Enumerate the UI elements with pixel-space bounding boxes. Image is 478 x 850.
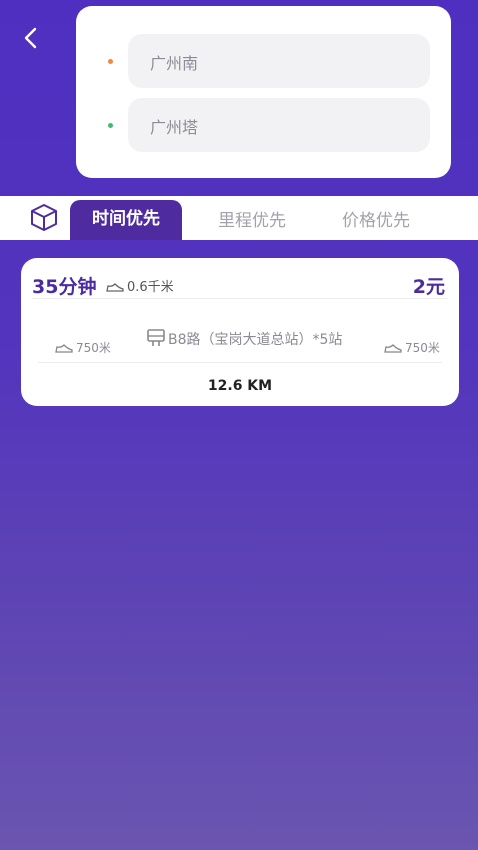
duration: 35分钟 <box>32 276 97 298</box>
bus-line: B8路（宝岗大道总站）*5站 <box>168 332 343 348</box>
walk-end-text: 750米 <box>405 341 440 355</box>
route-card: 广州南 广州塔 <box>76 6 451 178</box>
origin-text: 广州南 <box>150 54 199 73</box>
origin-field[interactable]: 广州南 <box>128 34 430 88</box>
walk-start-text: 750米 <box>76 341 111 355</box>
back-button[interactable] <box>18 24 46 52</box>
tab-bar: 时间优先 里程优先 价格优先 <box>0 196 478 240</box>
destination-text: 广州塔 <box>150 118 199 137</box>
divider <box>38 362 442 363</box>
tab-time-priority[interactable]: 时间优先 <box>70 200 182 240</box>
walk-total: 0.6千米 <box>106 276 174 295</box>
cube-icon[interactable] <box>28 202 60 232</box>
walk-end: 750米 <box>384 339 440 356</box>
walk-total-text: 0.6千米 <box>127 280 174 295</box>
shoe-icon <box>106 283 124 292</box>
destination-dot <box>108 123 113 128</box>
divider <box>32 298 448 299</box>
tab-price-priority[interactable]: 价格优先 <box>342 206 410 231</box>
chevron-left-icon <box>24 27 37 49</box>
bus-icon <box>147 329 165 346</box>
shoe-icon <box>55 344 73 353</box>
walk-start: 750米 <box>55 339 111 356</box>
tab-distance-priority[interactable]: 里程优先 <box>218 206 286 231</box>
price: 2元 <box>412 276 445 298</box>
total-distance: 12.6 KM <box>207 378 273 394</box>
shoe-icon <box>384 344 402 353</box>
origin-dot <box>108 59 113 64</box>
destination-field[interactable]: 广州塔 <box>128 98 430 152</box>
route-result-card[interactable]: 35分钟 0.6千米 2元 750米 B8路（宝岗大道总站）*5站 750米 1… <box>21 258 459 406</box>
